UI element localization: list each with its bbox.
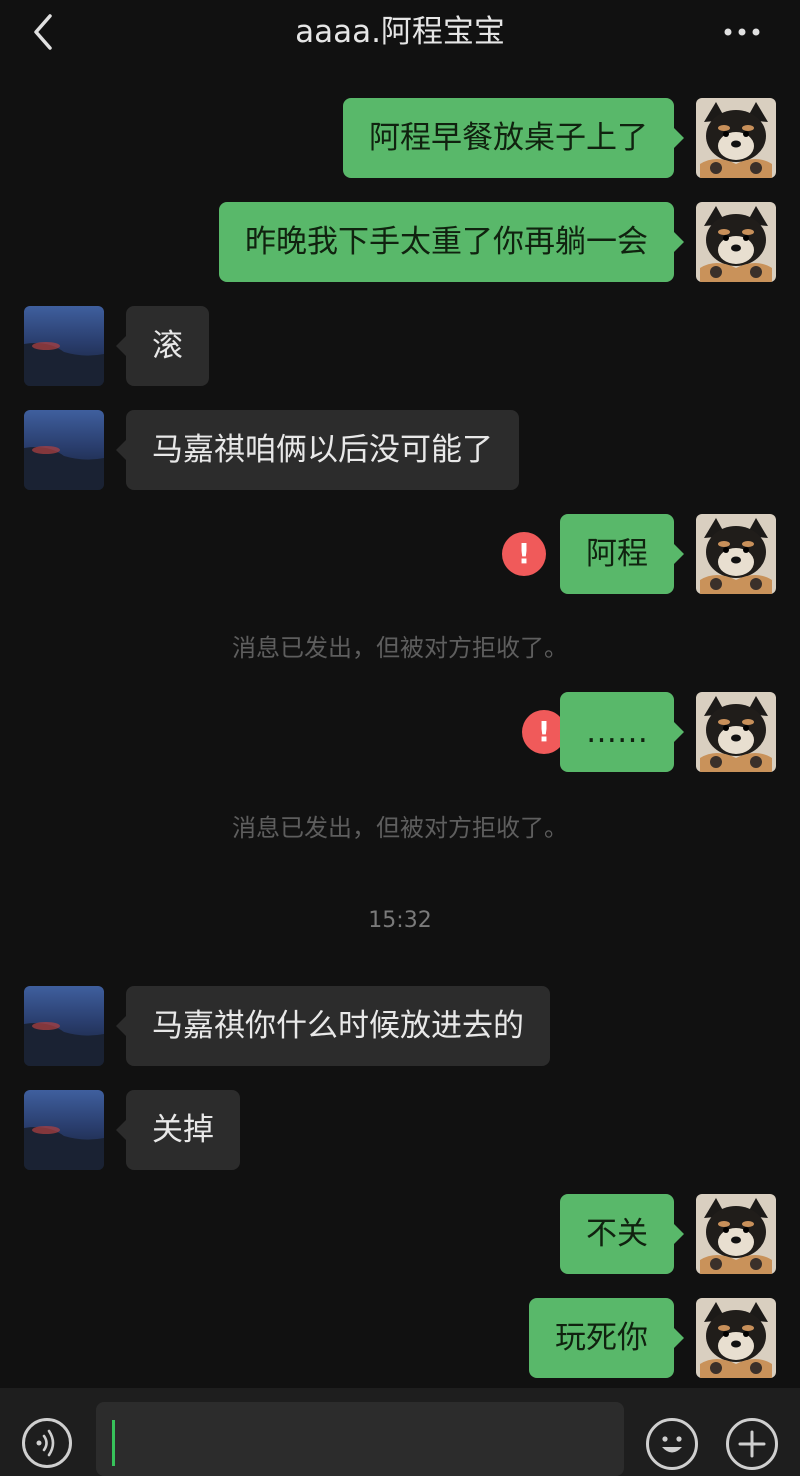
my-avatar[interactable] (696, 1194, 776, 1274)
incoming-message[interactable]: 滚 (116, 306, 209, 386)
error-icon[interactable]: ! (502, 532, 546, 576)
rejected-notice: 消息已发出，但被对方拒收了。 (232, 814, 568, 842)
incoming-message[interactable]: 马嘉祺你什么时候放进去的 (116, 986, 550, 1066)
incoming-message[interactable]: 关掉 (116, 1090, 240, 1170)
outgoing-message[interactable]: 阿程 (560, 514, 684, 594)
text-cursor (112, 1420, 115, 1466)
my-avatar[interactable] (696, 514, 776, 594)
my-avatar[interactable] (696, 202, 776, 282)
more-dots-icon[interactable] (720, 18, 764, 46)
voice-icon[interactable] (22, 1418, 72, 1468)
plus-icon[interactable] (726, 1418, 778, 1470)
contact-avatar[interactable] (24, 306, 104, 386)
contact-avatar[interactable] (24, 986, 104, 1066)
rejected-notice: 消息已发出，但被对方拒收了。 (232, 634, 568, 662)
outgoing-message[interactable]: …… (560, 692, 684, 772)
outgoing-message[interactable]: 昨晚我下手太重了你再躺一会 (219, 202, 684, 282)
outgoing-message[interactable]: 不关 (560, 1194, 684, 1274)
outgoing-message[interactable]: 阿程早餐放桌子上了 (343, 98, 684, 178)
my-avatar[interactable] (696, 692, 776, 772)
emoji-icon[interactable] (646, 1418, 698, 1470)
message-timestamp: 15:32 (368, 908, 432, 933)
contact-avatar[interactable] (24, 410, 104, 490)
outgoing-message[interactable]: 玩死你 (529, 1298, 684, 1378)
my-avatar[interactable] (696, 98, 776, 178)
incoming-message[interactable]: 马嘉祺咱俩以后没可能了 (116, 410, 519, 490)
message-input[interactable] (96, 1402, 624, 1476)
contact-avatar[interactable] (24, 1090, 104, 1170)
my-avatar[interactable] (696, 1298, 776, 1378)
chat-title: aaaa.阿程宝宝 (295, 14, 505, 50)
